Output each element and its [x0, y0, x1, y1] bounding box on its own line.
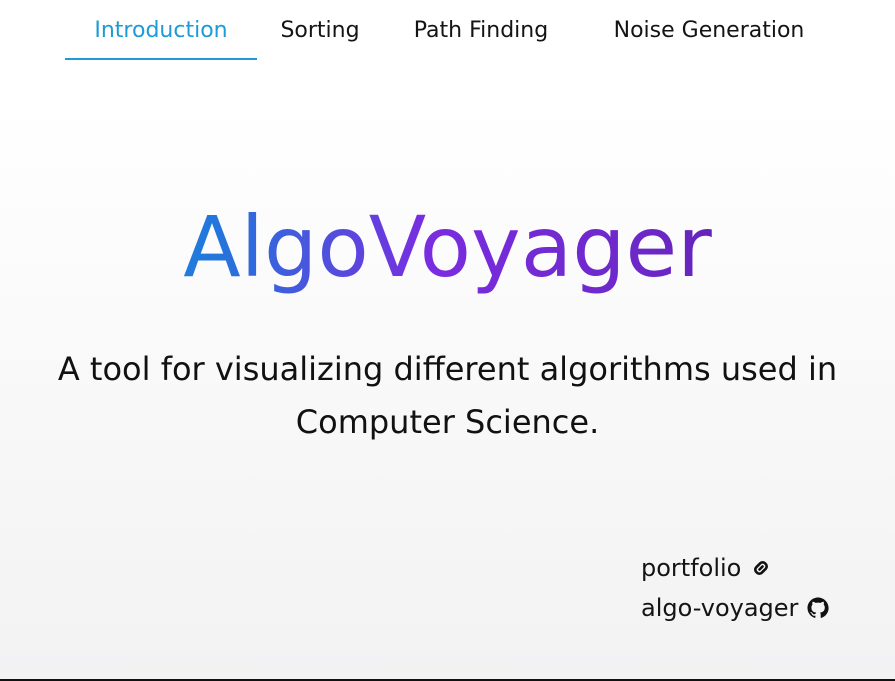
top-nav: Introduction Sorting Path Finding Noise …: [65, 0, 839, 60]
tab-introduction[interactable]: Introduction: [65, 0, 257, 60]
app-subtitle: A tool for visualizing different algorit…: [57, 350, 838, 441]
link-icon: [749, 556, 773, 580]
tab-noise-generation[interactable]: Noise Generation: [579, 0, 839, 60]
github-link-label: algo-voyager: [641, 594, 799, 622]
tab-sorting[interactable]: Sorting: [257, 0, 383, 60]
app-title: AlgoVoyager: [0, 192, 895, 302]
portfolio-link[interactable]: portfolio: [641, 548, 830, 588]
github-repo-link[interactable]: algo-voyager: [641, 588, 830, 628]
portfolio-link-label: portfolio: [641, 554, 742, 582]
github-icon: [806, 596, 830, 620]
tab-path-finding[interactable]: Path Finding: [383, 0, 579, 60]
external-links: portfolio algo-voyager: [641, 548, 830, 628]
